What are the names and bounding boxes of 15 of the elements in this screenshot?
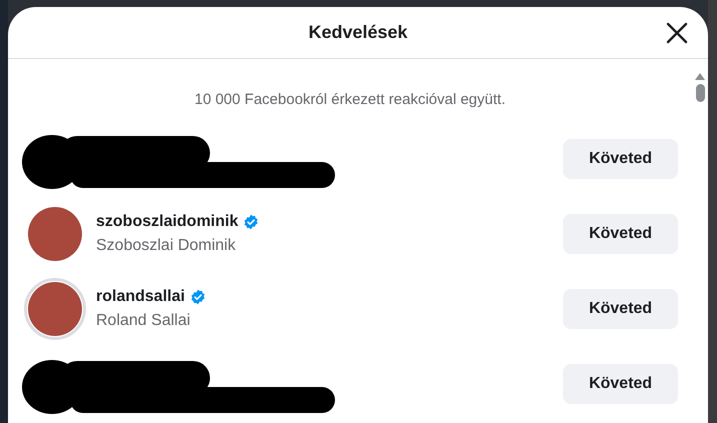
dialog-title: Kedvelések xyxy=(308,21,408,44)
reaction-summary: 10 000 Facebookról érkezett reakcióval együtt. xyxy=(194,90,506,110)
scrollbar-thumb[interactable] xyxy=(696,84,704,102)
full-name: Roland Sallai xyxy=(96,311,192,331)
close-button[interactable] xyxy=(664,20,690,46)
following-button[interactable]: Követed xyxy=(563,214,678,254)
username-link[interactable]: szoboszlaidominik xyxy=(96,210,238,234)
following-button[interactable]: Követed xyxy=(563,139,678,179)
close-icon xyxy=(666,22,688,44)
avatar-photo-placeholder[interactable] xyxy=(28,207,82,261)
following-button[interactable]: Követed xyxy=(563,364,678,404)
following-button[interactable]: Követed xyxy=(563,289,678,329)
username-link[interactable]: rolandsallai xyxy=(96,285,185,309)
scroll-up-arrow-icon[interactable] xyxy=(695,73,705,80)
full-name: Szoboszlai Dominik xyxy=(96,236,237,256)
